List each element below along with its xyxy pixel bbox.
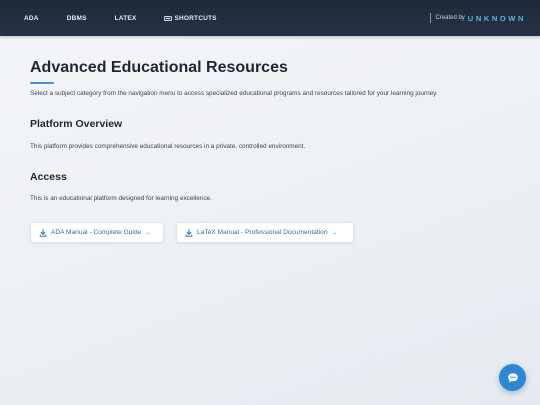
page-title: Advanced Educational Resources	[30, 59, 288, 76]
credit-name: UNKNOWN	[467, 13, 526, 23]
chat-button[interactable]	[499, 364, 526, 391]
latex-manual-button[interactable]: LaTeX Manual - Professional Documentatio…	[176, 222, 354, 243]
nav-item-dbms[interactable]: DBMS	[67, 15, 87, 22]
arrow-icon: →	[331, 229, 338, 236]
section-title-platform-overview: Platform Overview	[30, 118, 123, 130]
nav-item-latex[interactable]: LATEX	[115, 15, 137, 22]
top-navigation-bar: ADA DBMS LATEX SHORTCUTS Created by UNKN…	[0, 0, 540, 36]
section-title-access: Access	[30, 171, 67, 183]
section-text-platform-overview: This platform provides comprehensive edu…	[30, 143, 306, 150]
nav-item-shortcuts[interactable]: SHORTCUTS	[164, 14, 217, 22]
nav-item-ada[interactable]: ADA	[24, 15, 39, 22]
main-content: Advanced Educational Resources Select a …	[30, 58, 520, 202]
ada-manual-button[interactable]: ADA Manual - Complete Guide →	[30, 222, 164, 243]
button-label: LaTeX Manual - Professional Documentatio…	[197, 229, 328, 236]
credit-divider	[430, 13, 432, 23]
arrow-icon: →	[145, 229, 152, 236]
chat-bubble-icon	[507, 372, 518, 383]
keyboard-icon	[164, 15, 173, 21]
button-label: ADA Manual - Complete Guide	[51, 229, 142, 236]
download-icon	[185, 228, 193, 237]
nav-item-label: LATEX	[114, 14, 137, 22]
nav-item-label: DBMS	[66, 14, 87, 22]
credit-prefix: Created by	[435, 15, 465, 21]
main-nav: ADA DBMS LATEX SHORTCUTS	[0, 0, 245, 36]
intro-text: Select a subject category from the navig…	[30, 90, 438, 98]
section-text-access: This is an educational platform designed…	[30, 195, 212, 202]
creator-credit: Created by UNKNOWN	[430, 0, 526, 36]
title-underline	[30, 82, 54, 85]
nav-item-label: SHORTCUTS	[174, 14, 217, 22]
nav-item-label: ADA	[24, 14, 39, 22]
download-icon	[39, 228, 47, 237]
